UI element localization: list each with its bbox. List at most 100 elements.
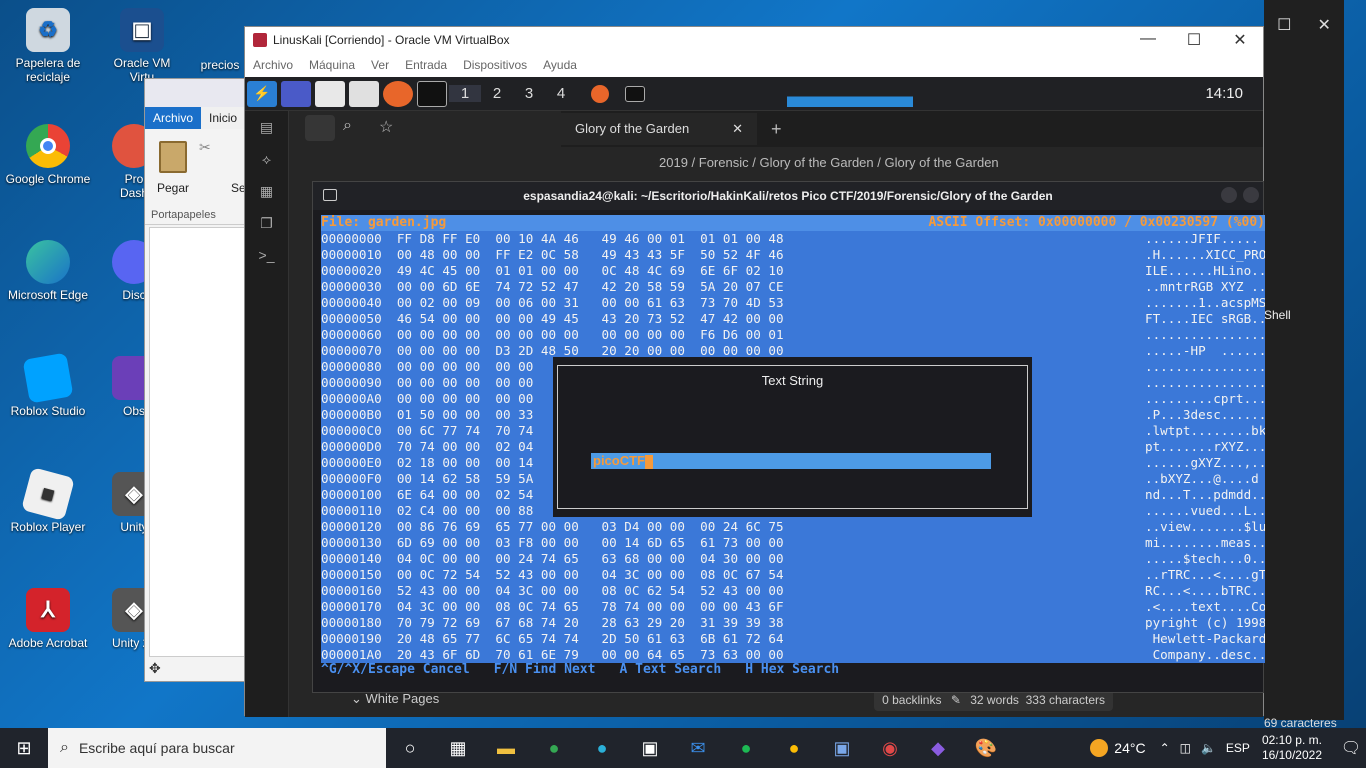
paint-taskbar-icon[interactable]: 🎨 (962, 728, 1010, 768)
taskbar-search[interactable]: ⌕ Escribe aquí para buscar (48, 728, 386, 768)
sidebar-toggle-icon[interactable]: ▤ (245, 111, 288, 143)
backlinks-count[interactable]: 0 backlinks (882, 693, 941, 707)
file-manager-icon[interactable] (315, 80, 345, 107)
minimize-button[interactable]: — (1125, 30, 1171, 50)
workspace-1[interactable]: 1 (449, 85, 481, 102)
volume-icon[interactable]: 🔈 (1201, 741, 1216, 755)
spotify-icon[interactable]: ● (722, 728, 770, 768)
tab-glory-of-the-garden[interactable]: Glory of the Garden ✕ (561, 113, 757, 145)
files-icon[interactable] (305, 115, 335, 141)
hex-ascii: RC...<....bTRC.. (1145, 583, 1265, 598)
breadcrumb-item[interactable]: 2019 (659, 155, 688, 170)
terminal-icon (323, 189, 337, 201)
breadcrumb-item[interactable]: Glory of the Garden (759, 155, 873, 170)
chrome-taskbar-icon[interactable]: ● (530, 728, 578, 768)
text-string-dialog[interactable]: Text String picoCTF (553, 357, 1032, 517)
chrome-profile-icon[interactable]: ● (770, 728, 818, 768)
search-icon[interactable]: ⌕ (343, 117, 352, 135)
desktop-icon-precios[interactable]: precios (190, 30, 250, 72)
minimize-button[interactable] (1221, 187, 1237, 203)
obsidian-taskbar-icon[interactable]: ◆ (914, 728, 962, 768)
hex-bytes: 00 48 00 00 FF E2 0C 58 49 43 43 5F 50 5… (396, 247, 784, 262)
network-icon[interactable]: ◫ (1180, 741, 1191, 755)
cut-icon[interactable]: ✂ (199, 139, 211, 156)
hex-row: 00000040 00 02 00 09 00 06 00 31 00 00 6… (321, 295, 1265, 311)
menu-ayuda[interactable]: Ayuda (535, 58, 585, 72)
weather-widget[interactable]: 24°C (1090, 739, 1146, 757)
app-red-icon[interactable]: ◉ (866, 728, 914, 768)
sidebar-item-white-pages[interactable]: ⌄ White Pages (351, 691, 439, 707)
show-desktop-icon[interactable] (281, 80, 311, 107)
vbox-title: LinusKali [Corriendo] - Oracle VM Virtua… (273, 33, 510, 47)
terminal-icon[interactable] (417, 80, 447, 107)
firefox-task-icon[interactable] (591, 84, 609, 103)
paint-window[interactable]: Archivo Inicio Pegar ✂ Sel Portapapeles … (144, 78, 248, 682)
file-explorer-icon[interactable]: ▬ (482, 728, 530, 768)
close-icon[interactable]: ✕ (1318, 15, 1331, 35)
mail-icon[interactable]: ✉ (674, 728, 722, 768)
close-button[interactable]: ✕ (1217, 30, 1263, 50)
workspace-3[interactable]: 3 (513, 85, 545, 102)
desktop-icon-roblox-studio[interactable]: Roblox Studio (0, 352, 96, 418)
bookmark-icon[interactable]: ☆ (379, 117, 393, 137)
hex-bytes: 04 3C 00 00 08 0C 74 65 78 74 00 00 00 0… (396, 599, 784, 614)
hex-address: 00000130 (321, 535, 382, 550)
panel-clock[interactable]: 14:10 (1205, 85, 1243, 102)
desktop-icon-virtualbox[interactable]: ▣ Oracle VM Virtu (94, 8, 190, 84)
desktop-icon-recycle-bin[interactable]: ♻ Papelera de reciclaje (0, 8, 96, 84)
paste-button[interactable]: Pegar (157, 181, 189, 195)
hex-ascii: .....-HP ...... (1145, 343, 1265, 358)
desktop-icon-chrome[interactable]: Google Chrome (0, 124, 96, 186)
hex-row: 000001A0 20 43 6F 6D 70 61 6E 79 00 00 6… (321, 647, 1265, 663)
taskbar-clock[interactable]: 02:10 p. m. 16/10/2022 (1262, 733, 1322, 763)
copy-icon[interactable]: ❐ (245, 207, 288, 239)
breadcrumb-item[interactable]: Glory of the Garden (884, 155, 998, 170)
start-button[interactable]: ⊞ (0, 728, 48, 768)
hex-row: 00000050 46 54 00 00 00 00 49 45 43 20 7… (321, 311, 1265, 327)
breadcrumb-item[interactable]: Forensic (699, 155, 749, 170)
menu-dispositivos[interactable]: Dispositivos (455, 58, 535, 72)
firefox-icon[interactable] (383, 80, 413, 107)
hex-bytes: 02 C4 00 00 00 88 (396, 503, 534, 518)
edit-icon[interactable]: ✎ (951, 693, 961, 707)
desktop-icon-acrobat[interactable]: ⅄ Adobe Acrobat (0, 588, 96, 650)
background-window[interactable]: ☐ ✕ Shell 69 caracteres (1264, 0, 1344, 730)
graph-icon[interactable]: ⟡ (245, 143, 288, 175)
menu-entrada[interactable]: Entrada (397, 58, 455, 72)
tab-inicio[interactable]: Inicio (201, 107, 245, 129)
close-tab-icon[interactable]: ✕ (732, 121, 743, 137)
paste-icon[interactable] (159, 141, 187, 173)
hex-bytes: 00 00 00 00 00 00 (396, 375, 534, 390)
clock-date: 16/10/2022 (1261, 748, 1322, 762)
menu-maquina[interactable]: Máquina (301, 58, 363, 72)
store-icon[interactable]: ▣ (626, 728, 674, 768)
widgets-icon[interactable]: ▦ (434, 728, 482, 768)
workspace-2[interactable]: 2 (481, 85, 513, 102)
maximize-icon[interactable]: ☐ (1277, 15, 1291, 35)
text-editor-icon[interactable] (349, 80, 379, 107)
terminal-task-icon[interactable] (625, 85, 645, 102)
workspace-4[interactable]: 4 (545, 85, 577, 102)
search-string-input[interactable]: picoCTF (591, 453, 991, 469)
paint-canvas[interactable] (149, 227, 247, 657)
menu-archivo[interactable]: Archivo (245, 58, 301, 72)
desktop-icon-edge[interactable]: Microsoft Edge (0, 240, 96, 302)
maximize-button[interactable]: ☐ (1171, 30, 1217, 50)
notifications-icon[interactable]: 🗨 (1336, 738, 1366, 758)
desktop-icon-roblox-player[interactable]: ■ Roblox Player (0, 467, 96, 534)
chevron-up-icon[interactable]: ⌃ (1160, 741, 1170, 755)
edge-taskbar-icon[interactable]: ● (578, 728, 626, 768)
taskbar: ⊞ ⌕ Escribe aquí para buscar ○ ▦ ▬ ● ● ▣… (0, 728, 1366, 768)
recycle-bin-icon: ♻ (26, 8, 70, 52)
task-view-icon[interactable]: ○ (386, 728, 434, 768)
kali-menu-icon[interactable]: ⚡ (247, 80, 277, 107)
hex-bytes: 01 50 00 00 00 33 (396, 407, 534, 422)
command-icon[interactable]: >_ (245, 239, 288, 271)
menu-ver[interactable]: Ver (363, 58, 397, 72)
calendar-icon[interactable]: ▦ (245, 175, 288, 207)
virtualbox-taskbar-icon[interactable]: ▣ (818, 728, 866, 768)
new-tab-icon[interactable]: + (771, 119, 782, 140)
tab-archivo[interactable]: Archivo (145, 107, 202, 129)
language-indicator[interactable]: ESP (1226, 741, 1250, 755)
close-button[interactable] (1243, 187, 1259, 203)
